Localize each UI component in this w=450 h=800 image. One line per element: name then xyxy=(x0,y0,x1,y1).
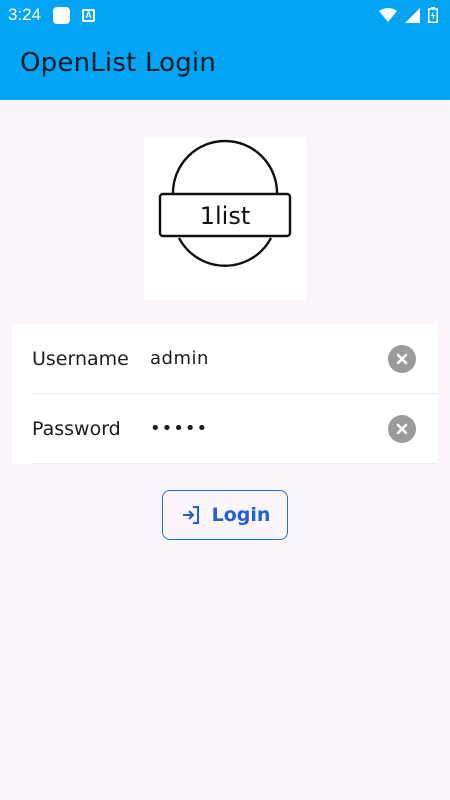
a-notification-icon: A xyxy=(82,8,96,22)
username-label: Username xyxy=(32,347,129,370)
app-bar: 3:24 A OpenList Login xyxy=(0,0,450,100)
password-row: Password xyxy=(32,394,438,464)
openlist-logo: 1list xyxy=(158,139,292,267)
password-label: Password xyxy=(32,417,121,440)
status-bar: 3:24 A xyxy=(0,0,450,30)
status-indicators xyxy=(379,7,438,23)
password-clear-button[interactable] xyxy=(388,414,416,443)
login-button-label: Login xyxy=(211,504,271,526)
login-button[interactable]: Login xyxy=(162,490,288,540)
username-row: Username xyxy=(32,324,438,394)
close-icon xyxy=(396,353,408,364)
password-input[interactable] xyxy=(150,418,380,439)
logo-text: 1list xyxy=(200,202,251,230)
wifi-icon xyxy=(379,8,397,22)
logo-card: 1list xyxy=(144,138,306,300)
username-clear-button[interactable] xyxy=(388,344,416,373)
login-form: Username Password xyxy=(12,324,438,464)
battery-icon xyxy=(428,7,438,23)
username-input[interactable] xyxy=(150,348,380,369)
login-icon xyxy=(182,506,199,524)
page-title: OpenList Login xyxy=(20,48,217,78)
close-icon xyxy=(396,423,408,434)
status-time: 3:24 xyxy=(8,5,42,24)
app-notification-icon xyxy=(53,6,71,24)
signal-icon xyxy=(405,7,420,23)
